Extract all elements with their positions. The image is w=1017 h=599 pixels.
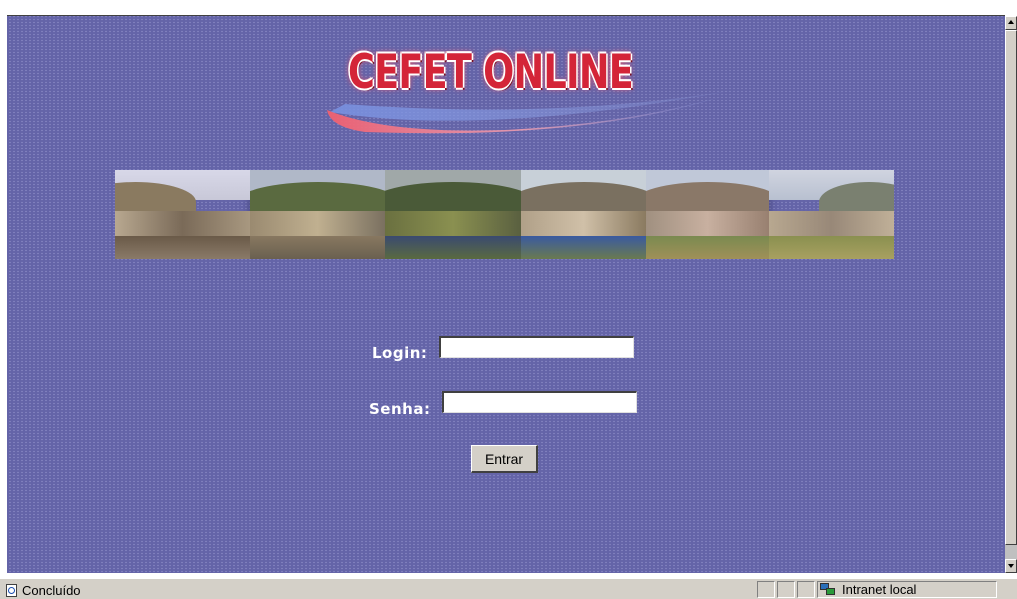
zone-text: Intranet local (842, 582, 917, 597)
campus-photo-5 (646, 170, 769, 259)
scroll-down-arrow-icon[interactable] (1005, 559, 1017, 573)
campus-photo-4 (521, 170, 646, 259)
campus-photo-1 (115, 170, 250, 259)
login-input[interactable] (439, 336, 634, 358)
status-panel-3 (797, 581, 815, 598)
login-label: Login: (372, 344, 428, 362)
vertical-scrollbar[interactable] (1005, 16, 1017, 573)
entrar-button[interactable]: Entrar (471, 445, 538, 473)
campus-photo-2 (250, 170, 385, 259)
campus-photo-6 (769, 170, 894, 259)
frame-divider (7, 15, 1005, 16)
window-top-frame (0, 0, 1017, 16)
senha-label: Senha: (369, 400, 431, 418)
window-left-frame (0, 0, 7, 573)
scrollbar-thumb[interactable] (1005, 30, 1017, 545)
campus-photo-3 (385, 170, 521, 259)
status-text: Concluído (22, 582, 81, 598)
security-zone: Intranet local (820, 581, 916, 598)
intranet-icon (820, 583, 836, 596)
status-area: Concluído (6, 582, 81, 598)
status-panel-2 (777, 581, 795, 598)
site-logo: CEFET ONLINE (325, 42, 740, 147)
page-done-icon (6, 583, 17, 597)
logo-text: CEFET ONLINE (348, 45, 634, 100)
senha-input[interactable] (442, 391, 637, 413)
scroll-up-arrow-icon[interactable] (1005, 16, 1017, 30)
campus-photo-strip (115, 170, 894, 259)
status-panel-1 (757, 581, 775, 598)
status-bar: Concluído Intranet local (0, 578, 1017, 599)
